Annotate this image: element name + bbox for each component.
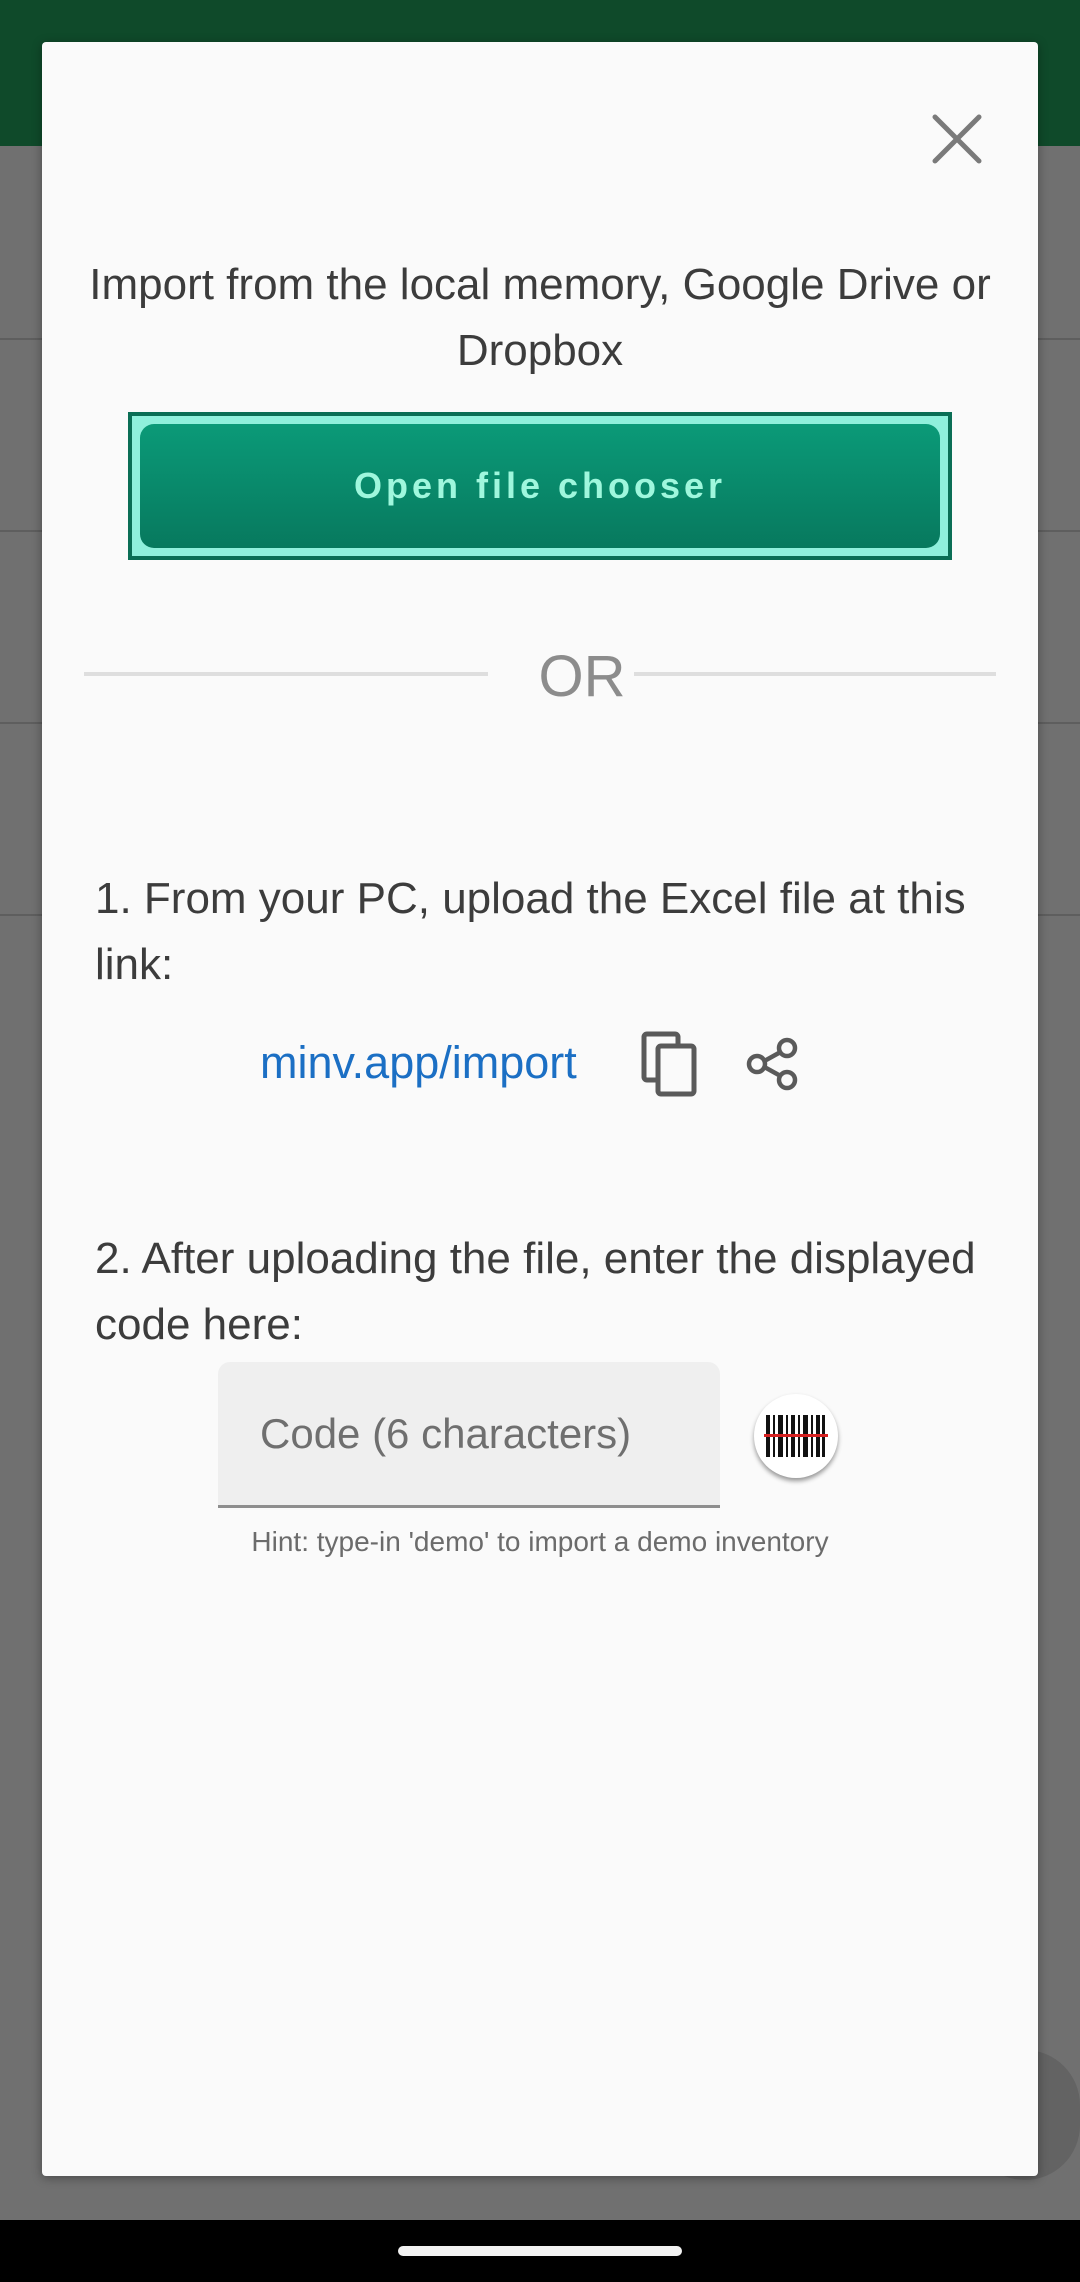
or-separator-label: OR <box>538 644 626 709</box>
code-input[interactable] <box>218 1362 720 1505</box>
import-dialog: Import from the local memory, Google Dri… <box>42 42 1038 2176</box>
code-field <box>218 1362 720 1508</box>
open-file-chooser-button[interactable]: Open file chooser <box>140 424 940 548</box>
share-icon <box>746 1037 798 1091</box>
scan-barcode-button[interactable] <box>754 1394 838 1478</box>
import-link[interactable]: minv.app/import <box>260 1030 577 1096</box>
barcode-icon <box>764 1415 828 1457</box>
copy-icon <box>641 1031 697 1097</box>
close-button[interactable] <box>912 94 1002 184</box>
step-2-text: 2. After uploading the file, enter the d… <box>95 1234 976 1349</box>
demo-hint-text: Hint: type-in 'demo' to import a demo in… <box>251 1526 829 1557</box>
home-gesture-handle[interactable] <box>398 2246 682 2256</box>
or-divider-right <box>634 672 996 676</box>
close-icon <box>932 114 982 164</box>
share-link-button[interactable] <box>730 1022 814 1106</box>
or-divider-left <box>84 672 488 676</box>
import-link-row: minv.app/import <box>42 1022 1038 1106</box>
copy-link-button[interactable] <box>628 1022 712 1106</box>
open-file-chooser-focus-ring: Open file chooser <box>128 412 952 560</box>
step-1-text: 1. From your PC, upload the Excel file a… <box>95 874 966 989</box>
import-intro-text: Import from the local memory, Google Dri… <box>89 260 991 375</box>
